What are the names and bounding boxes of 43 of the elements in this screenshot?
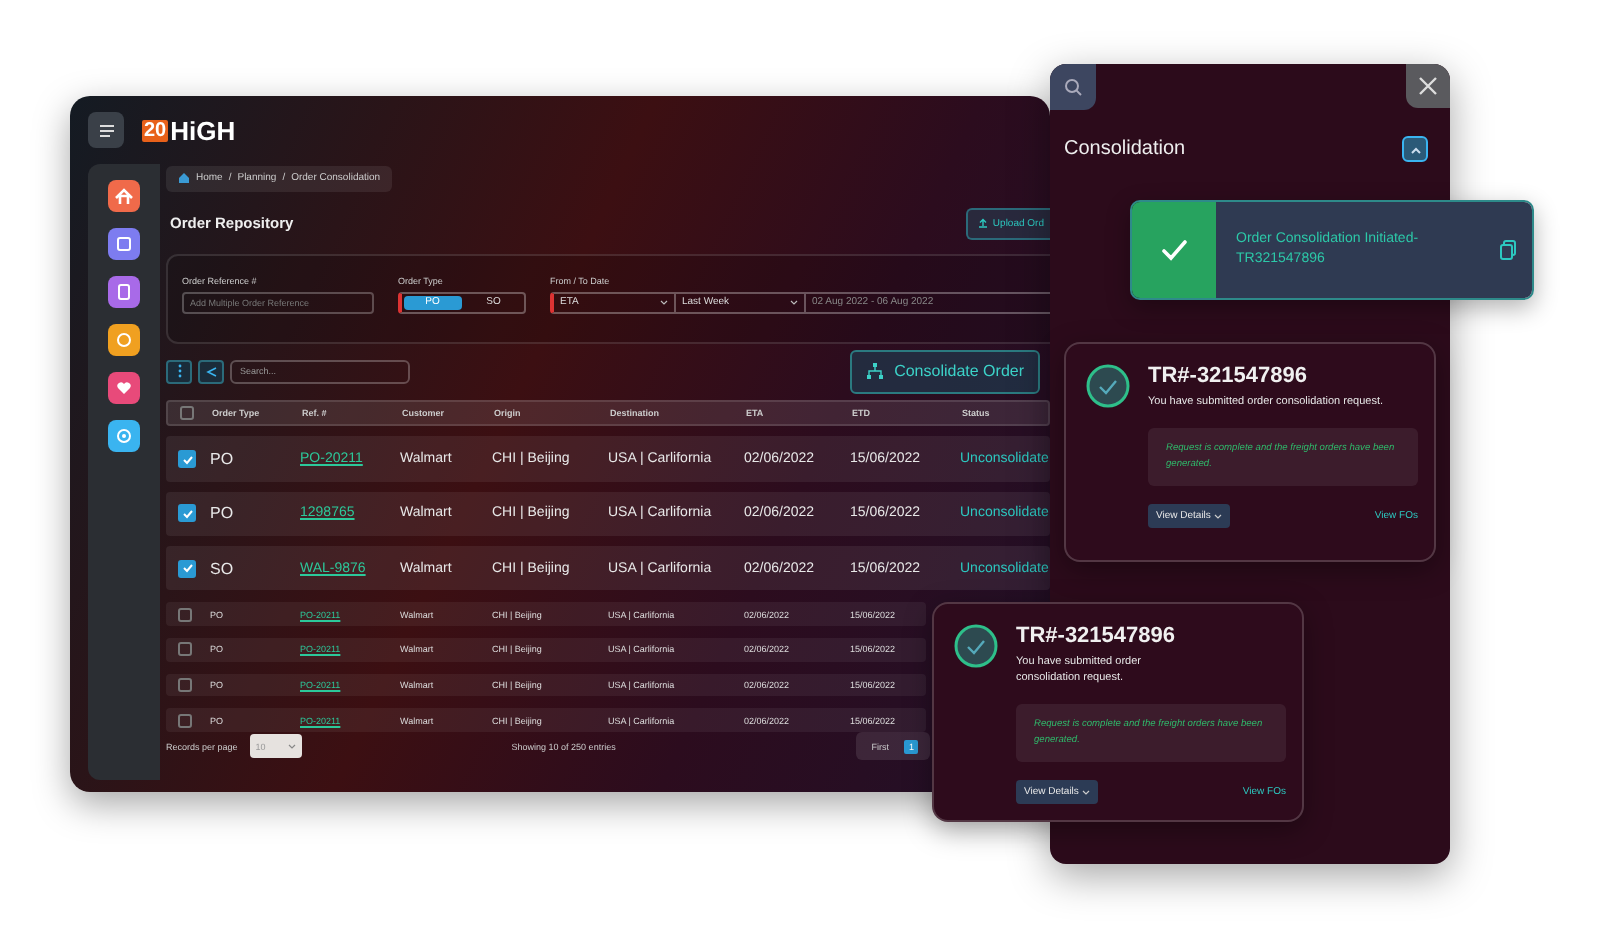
row-checkbox[interactable] xyxy=(178,713,192,728)
check-icon xyxy=(181,507,193,520)
home-icon xyxy=(178,172,190,185)
search-button[interactable] xyxy=(1050,64,1096,110)
menu-icon xyxy=(97,123,115,137)
caret-icon xyxy=(1214,513,1223,520)
table-cell-text: PO xyxy=(210,504,236,523)
row-checkbox[interactable] xyxy=(178,504,196,523)
upload-icon xyxy=(978,218,989,229)
card-title: TR#-321547896 xyxy=(1016,624,1178,648)
document-icon[interactable] xyxy=(108,276,140,308)
consolidate-order-button[interactable]: Consolidate Order xyxy=(850,349,1040,394)
row-checkbox[interactable] xyxy=(178,607,192,622)
check-circle-icon xyxy=(1086,364,1130,408)
row-checkbox[interactable] xyxy=(178,642,192,657)
share-icon xyxy=(205,365,217,378)
check-icon xyxy=(1160,236,1188,264)
hierarchy-icon xyxy=(866,362,885,381)
header-checkbox[interactable] xyxy=(180,406,194,421)
share-button[interactable] xyxy=(198,359,224,384)
target-icon[interactable] xyxy=(108,420,140,452)
row-checkbox[interactable] xyxy=(178,450,196,469)
logo: 20 HiGH xyxy=(142,115,236,145)
check-icon xyxy=(181,453,193,466)
copy-icon[interactable] xyxy=(1500,240,1516,260)
chevron-up-icon xyxy=(1409,145,1421,153)
home-icon[interactable] xyxy=(108,180,140,212)
close-icon xyxy=(1418,76,1438,96)
collapse-button[interactable] xyxy=(1402,136,1428,162)
calendar-icon[interactable] xyxy=(108,228,140,260)
caret-icon xyxy=(287,743,296,750)
caret-icon xyxy=(1082,789,1091,796)
card-title: TR#-321547896 xyxy=(1148,364,1310,388)
check-icon xyxy=(181,562,193,575)
menu-button[interactable] xyxy=(88,112,124,148)
row-checkbox[interactable] xyxy=(178,678,192,693)
check-circle-icon xyxy=(954,624,998,668)
search-icon xyxy=(1064,78,1082,96)
row-checkbox[interactable] xyxy=(178,559,196,578)
table-cell-text: SO xyxy=(210,559,236,578)
close-button[interactable] xyxy=(1406,64,1450,108)
panel-title: Consolidation xyxy=(1064,138,1186,160)
table-cell-text: PO xyxy=(210,450,236,469)
